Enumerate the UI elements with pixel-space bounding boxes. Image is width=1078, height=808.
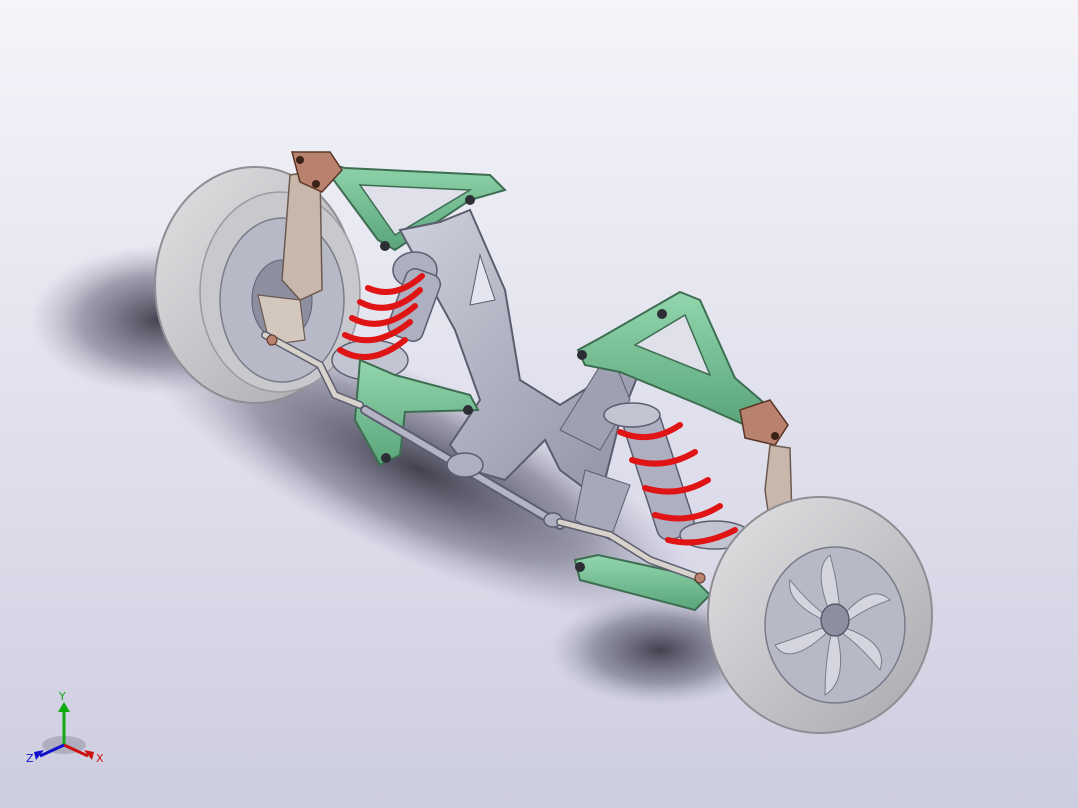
z-axis-label: Z <box>26 752 34 765</box>
y-axis-label: Y <box>58 690 66 703</box>
x-axis-label: X <box>96 752 104 765</box>
reference-triad: Y X Z <box>26 690 104 765</box>
suspension-assembly-model[interactable] <box>0 0 1078 808</box>
right-wheel[interactable] <box>707 496 933 734</box>
graphics-viewport[interactable]: Y X Z <box>0 0 1078 808</box>
left-wheel[interactable] <box>154 166 361 404</box>
